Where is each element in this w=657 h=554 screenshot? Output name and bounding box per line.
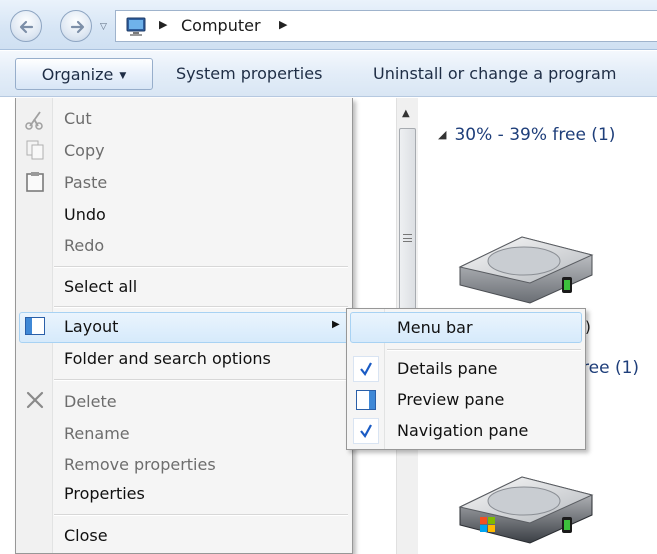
navigation-pane-check <box>353 418 379 444</box>
group-header-label: 30% - 39% free (1) <box>454 125 616 145</box>
organize-menu: Cut Copy Paste Undo Redo Select all Layo… <box>15 98 353 554</box>
command-bar: Organize ▼ System properties Uninstall or… <box>0 51 657 97</box>
group-header-free-space[interactable]: ◢ 30% - 39% free (1) <box>438 125 615 145</box>
breadcrumb-separator-icon[interactable]: ▶ <box>279 18 287 31</box>
menu-separator <box>387 349 581 351</box>
menu-item-remove-properties[interactable]: Remove properties <box>64 452 216 478</box>
address-bar: ▽ ▶ Computer ▶ <box>0 0 657 50</box>
menu-item-delete[interactable]: Delete <box>64 389 117 415</box>
breadcrumb-computer[interactable]: Computer <box>181 16 261 35</box>
forward-button[interactable] <box>60 10 92 42</box>
address-field[interactable]: ▶ Computer ▶ <box>115 10 657 42</box>
menu-item-folder-search-options[interactable]: Folder and search options <box>64 346 271 372</box>
chevron-down-icon: ▼ <box>119 71 127 81</box>
organize-button[interactable]: Organize ▼ <box>15 58 153 90</box>
copy-icon <box>26 140 44 160</box>
organize-label: Organize <box>41 65 114 84</box>
hard-drive-icon[interactable] <box>452 225 602 305</box>
back-arrow-icon <box>19 20 34 34</box>
grip-icon <box>403 234 412 242</box>
menu-item-redo[interactable]: Redo <box>64 233 104 259</box>
scissors-icon <box>25 111 43 130</box>
menu-separator <box>54 379 348 381</box>
uninstall-program-button[interactable]: Uninstall or change a program <box>373 58 616 90</box>
recent-pages-dropdown[interactable]: ▽ <box>100 22 107 32</box>
layout-icon <box>25 317 45 335</box>
layout-submenu: Menu bar Details pane Preview pane Navig… <box>346 308 586 450</box>
submenu-item-menu-bar[interactable]: Menu bar <box>397 315 473 341</box>
menu-item-properties[interactable]: Properties <box>64 481 145 507</box>
submenu-item-navigation-pane[interactable]: Navigation pane <box>397 418 528 444</box>
scroll-up-icon[interactable]: ▲ <box>402 108 410 119</box>
menu-item-layout[interactable]: Layout <box>64 314 118 340</box>
delete-x-icon <box>26 391 44 409</box>
menu-item-undo[interactable]: Undo <box>64 202 106 228</box>
preview-pane-icon <box>356 390 376 410</box>
menu-item-select-all[interactable]: Select all <box>64 274 137 300</box>
paste-icon <box>26 172 44 192</box>
checkmark-icon <box>360 362 372 376</box>
submenu-arrow-icon: ▶ <box>332 319 340 330</box>
menu-separator <box>54 514 348 516</box>
system-drive-icon[interactable] <box>452 465 602 545</box>
menu-separator <box>54 306 348 308</box>
menu-item-cut[interactable]: Cut <box>64 106 92 132</box>
computer-icon <box>126 17 146 36</box>
breadcrumb-separator-icon[interactable]: ▶ <box>159 18 167 31</box>
menu-separator <box>54 266 348 268</box>
menu-item-copy[interactable]: Copy <box>64 138 105 164</box>
details-pane-check <box>353 356 379 382</box>
system-properties-button[interactable]: System properties <box>176 58 322 90</box>
submenu-item-preview-pane[interactable]: Preview pane <box>397 387 504 413</box>
collapse-triangle-icon[interactable]: ◢ <box>438 128 446 141</box>
menu-item-paste[interactable]: Paste <box>64 170 107 196</box>
back-button[interactable] <box>10 10 42 42</box>
forward-arrow-icon <box>70 20 85 34</box>
group-header-free-space-2[interactable]: ree (1) <box>582 358 639 378</box>
menu-item-close[interactable]: Close <box>64 523 108 549</box>
submenu-item-details-pane[interactable]: Details pane <box>397 356 498 382</box>
menu-item-rename[interactable]: Rename <box>64 421 130 447</box>
checkmark-icon <box>360 424 372 438</box>
